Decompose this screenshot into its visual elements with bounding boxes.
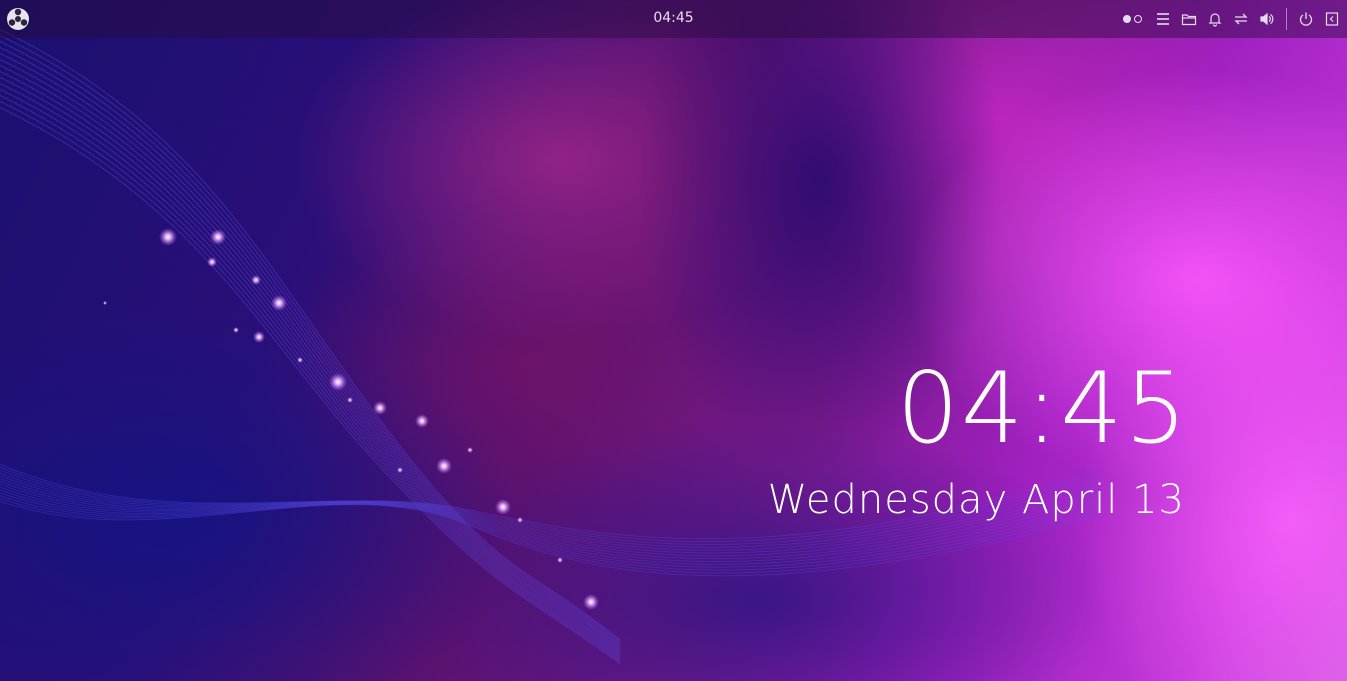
wave-line [0, 70, 621, 653]
lockscreen-date: Wednesday April 13 [767, 477, 1185, 523]
wave-line [0, 34, 621, 643]
sparkle [495, 499, 511, 515]
folder-icon[interactable] [1180, 10, 1198, 28]
workspace-dot[interactable] [1134, 15, 1142, 23]
wallpaper-waves [0, 28, 1101, 664]
lockscreen-time: 04:45 [896, 352, 1189, 466]
top-panel: 04:45 [0, 0, 1347, 38]
sparkle [271, 295, 287, 311]
sidebar-toggle-icon[interactable] [1323, 10, 1341, 28]
tray-separator [1286, 8, 1287, 30]
workspace-dot-active[interactable] [1123, 15, 1131, 23]
sparkle [397, 467, 403, 473]
wave-line [0, 58, 621, 650]
menu-icon[interactable] [1154, 10, 1172, 28]
sparkle [373, 401, 387, 415]
sparkle [583, 594, 599, 610]
wave-line [0, 88, 621, 659]
sparkle [253, 331, 265, 343]
network-icon[interactable] [1232, 10, 1250, 28]
bell-icon[interactable] [1206, 10, 1224, 28]
sparkle [251, 275, 261, 285]
sparkle [329, 373, 347, 391]
sparkle [207, 257, 217, 267]
wave-line [0, 40, 621, 644]
desktop-background: 04:45 04:45 Wednesday April 13 [0, 0, 1347, 681]
sparkle [436, 458, 452, 474]
wave-line [0, 64, 621, 652]
sparkle [517, 517, 523, 523]
volume-icon[interactable] [1258, 10, 1276, 28]
sparkle [467, 447, 473, 453]
workspace-indicator[interactable] [1123, 15, 1142, 23]
sparkle [233, 327, 239, 333]
sparkle [415, 414, 429, 428]
sparkle [347, 397, 353, 403]
sparkle [210, 229, 226, 245]
sparkle [297, 357, 303, 363]
system-tray [1123, 8, 1341, 30]
sparkle [103, 301, 107, 305]
sparkle [159, 228, 177, 246]
power-icon[interactable] [1297, 10, 1315, 28]
sparkle [557, 557, 563, 563]
